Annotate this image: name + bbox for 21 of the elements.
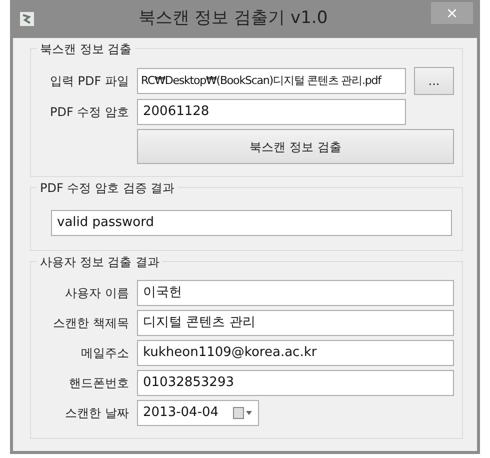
file-path-field[interactable]: RC₩Desktop₩(BookScan)디지털 콘텐츠 관리.pdf xyxy=(137,68,406,94)
field-label: 사용자 이름 xyxy=(64,285,129,302)
detect-button[interactable]: 북스캔 정보 검출 xyxy=(137,129,454,164)
browse-button[interactable]: ... xyxy=(414,67,454,95)
date-picker[interactable]: 2013-04-04 xyxy=(137,400,259,426)
app-icon xyxy=(19,11,35,27)
window-title: 북스캔 정보 검출기 v1.0 xyxy=(137,7,329,30)
text-field[interactable]: 01032853293 xyxy=(137,370,454,396)
calendar-dropdown-icon[interactable] xyxy=(233,407,253,419)
field-label: 스캔한 책제목 xyxy=(52,315,129,332)
text-field[interactable]: 디지털 콘텐츠 관리 xyxy=(137,310,454,336)
text-field[interactable]: kukheon1109@korea.ac.kr xyxy=(137,340,454,366)
field-label: PDF 수정 암호 xyxy=(48,104,129,121)
field-label: 스캔한 날짜 xyxy=(64,405,129,422)
field-label: 핸드폰번호 xyxy=(68,375,129,392)
text-field[interactable]: 이국헌 xyxy=(137,280,454,306)
text-field[interactable]: 20061128 xyxy=(137,99,406,125)
date-value: 2013-04-04 xyxy=(143,404,219,422)
result-field[interactable]: valid password xyxy=(51,210,452,236)
field-label: 메일주소 xyxy=(80,345,129,362)
field-label: 입력 PDF 파일 xyxy=(48,73,129,90)
